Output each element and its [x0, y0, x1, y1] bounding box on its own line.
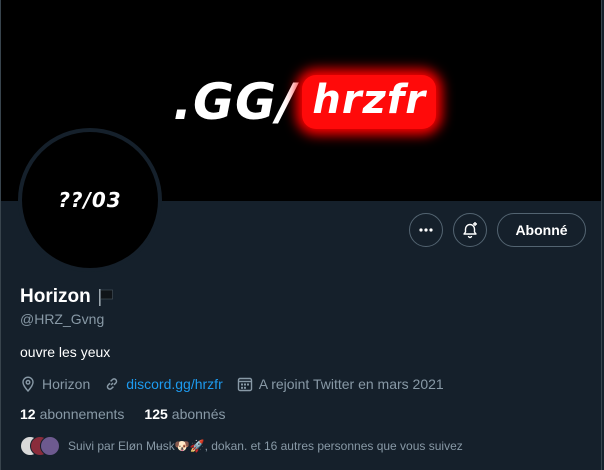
banner-highlight: hrzfr — [302, 75, 436, 129]
followers-label: abonnés — [171, 406, 226, 422]
following-button[interactable]: Abonné — [497, 213, 586, 247]
profile-handle: @HRZ_Gvng — [20, 311, 105, 327]
notifications-button[interactable] — [453, 213, 487, 247]
profile-bio: ouvre les yeux — [20, 344, 111, 360]
avatar-text: ??/03 — [58, 188, 122, 212]
banner-prefix: .GG/ — [173, 73, 297, 131]
location-item: Horizon — [20, 376, 90, 392]
name-row: Horizon — [20, 286, 115, 308]
joined-text: A rejoint Twitter en mars 2021 — [258, 376, 444, 392]
more-horizontal-icon — [419, 228, 433, 232]
bell-plus-icon — [463, 222, 477, 239]
followed-by-row[interactable]: Suivi par Eløn Mʉsk🐶🚀, dokan. et 16 autr… — [20, 435, 463, 457]
followed-by-text: Suivi par Eløn Mʉsk🐶🚀, dokan. et 16 autr… — [68, 439, 463, 453]
following-count: 12 — [20, 406, 36, 422]
joined-item: A rejoint Twitter en mars 2021 — [237, 376, 444, 392]
following-label: abonnements — [39, 406, 125, 422]
following-link[interactable]: 12 abonnements — [20, 406, 124, 422]
website-link[interactable]: discord.gg/hrzfr — [126, 376, 222, 392]
followers-count: 125 — [144, 406, 168, 422]
location-pin-icon — [22, 376, 34, 392]
banner-text: .GG/ hrzfr — [173, 56, 436, 148]
follow-stats: 12 abonnements 125 abonnés — [20, 406, 246, 422]
calendar-icon — [237, 377, 252, 392]
more-button[interactable] — [409, 213, 443, 247]
profile-name: Horizon — [20, 286, 91, 307]
followers-link[interactable]: 125 abonnés — [144, 406, 225, 422]
location-text: Horizon — [42, 376, 91, 392]
profile-meta: Horizon discord.gg/hrzfr A rejoint Twitt… — [20, 374, 458, 394]
mutual-avatar — [40, 436, 60, 456]
black-flag-icon — [98, 289, 113, 306]
website-item[interactable]: discord.gg/hrzfr — [104, 376, 223, 392]
mutual-avatars — [20, 436, 60, 456]
link-icon — [107, 378, 118, 390]
profile-avatar[interactable]: ??/03 — [18, 128, 162, 272]
